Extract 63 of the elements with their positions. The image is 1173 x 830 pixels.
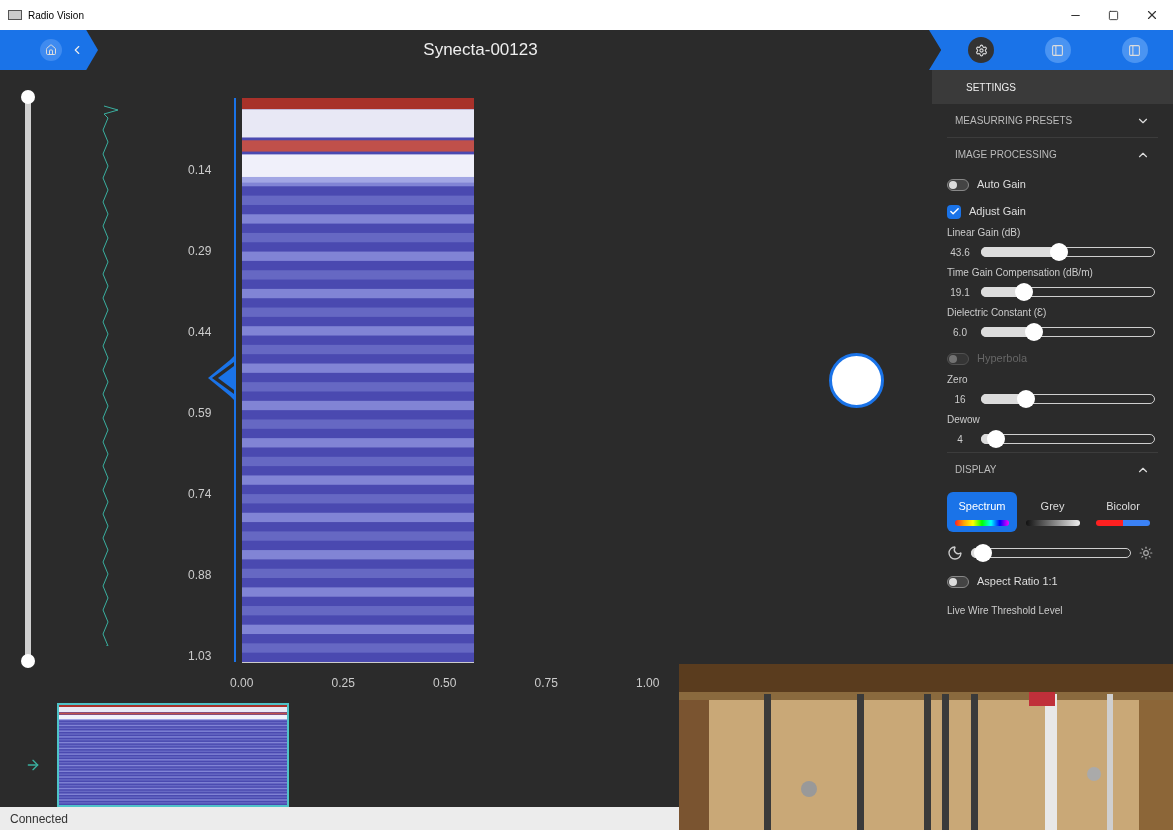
axis-label: 0.29 xyxy=(188,243,213,258)
axis-label: 0.88 xyxy=(188,567,213,582)
checkbox[interactable] xyxy=(947,204,961,219)
section-header[interactable]: DISPLAY xyxy=(947,453,1158,486)
section-header[interactable]: IMAGE PROCESSING xyxy=(947,138,1158,171)
close-icon[interactable] xyxy=(1145,8,1159,22)
axis-label: 0.59 xyxy=(188,405,213,420)
slider-label: Zero xyxy=(947,373,969,387)
window-title: Radio Vision xyxy=(28,8,84,23)
panel-tab[interactable] xyxy=(1121,37,1148,63)
slider-value: 16 xyxy=(953,392,967,407)
setting-label: Live Wire Threshold Level xyxy=(947,604,1064,618)
toggle-label: Hyperbola xyxy=(977,351,1028,367)
status-text: Connected xyxy=(10,810,69,828)
axis-label: 0.74 xyxy=(188,486,213,501)
slider-label: Linear Gain (dB) xyxy=(947,226,1022,240)
slider-handle[interactable] xyxy=(1015,283,1034,301)
slider-label: Dewow xyxy=(947,413,981,427)
scan-title: Synecta-00123 xyxy=(423,39,538,62)
sun-icon xyxy=(1139,546,1153,560)
panel-tab[interactable] xyxy=(1045,37,1071,63)
slider-value: 6.0 xyxy=(952,325,968,340)
home-button[interactable] xyxy=(40,39,62,61)
toggle-switch[interactable] xyxy=(947,178,969,191)
toggle-label: Auto Gain xyxy=(977,177,1026,193)
check-icon xyxy=(948,206,960,217)
section-header[interactable]: MEASURRING PRESETS xyxy=(947,104,1158,137)
axis-label: 0.25 xyxy=(330,675,356,692)
gear-icon xyxy=(974,43,988,57)
color-mode-tab[interactable]: Bicolor xyxy=(1088,492,1158,532)
slider-handle[interactable] xyxy=(973,544,992,562)
slider-handle[interactable] xyxy=(1049,243,1068,261)
slider-value: 4 xyxy=(956,432,964,447)
app-icon xyxy=(8,10,22,20)
slider-handle[interactable] xyxy=(1016,390,1035,408)
toggle-switch[interactable] xyxy=(947,575,969,588)
slider-value: 43.6 xyxy=(949,245,971,260)
color-mode-tab[interactable]: Spectrum xyxy=(947,492,1017,532)
sidebar-icon xyxy=(1128,43,1142,57)
home-icon xyxy=(45,44,57,56)
axis-label: 1.00 xyxy=(635,675,661,692)
depth-range-slider[interactable] xyxy=(21,90,35,668)
axis-label: 1.03 xyxy=(188,648,213,663)
moon-icon xyxy=(947,545,963,561)
slider-label: Time Gain Compensation (dB/m) xyxy=(947,266,1094,280)
depth-marker[interactable] xyxy=(206,356,236,400)
axis-label: 0.14 xyxy=(188,162,213,177)
axis-label: 0.75 xyxy=(533,675,559,692)
color-mode-tab[interactable]: Grey xyxy=(1017,492,1088,532)
slider-label: Dielectric Constant (Ɛ) xyxy=(947,306,1048,320)
checkbox-label: Adjust Gain xyxy=(969,204,1026,220)
maximize-icon[interactable] xyxy=(1108,9,1119,21)
toggle-label: Aspect Ratio 1:1 xyxy=(977,574,1058,590)
axis-label: 0.00 xyxy=(229,675,255,692)
settings-tab[interactable] xyxy=(968,37,995,63)
record-button[interactable] xyxy=(829,353,884,408)
slider-value: 19.1 xyxy=(949,285,971,300)
settings-title: SETTINGS xyxy=(966,80,1016,95)
slider-handle[interactable] xyxy=(987,430,1006,448)
slider-handle[interactable] xyxy=(1024,323,1043,341)
axis-label: 0.44 xyxy=(188,324,213,339)
axis-label: 0.50 xyxy=(432,675,458,692)
sidebar-icon xyxy=(1051,43,1065,57)
